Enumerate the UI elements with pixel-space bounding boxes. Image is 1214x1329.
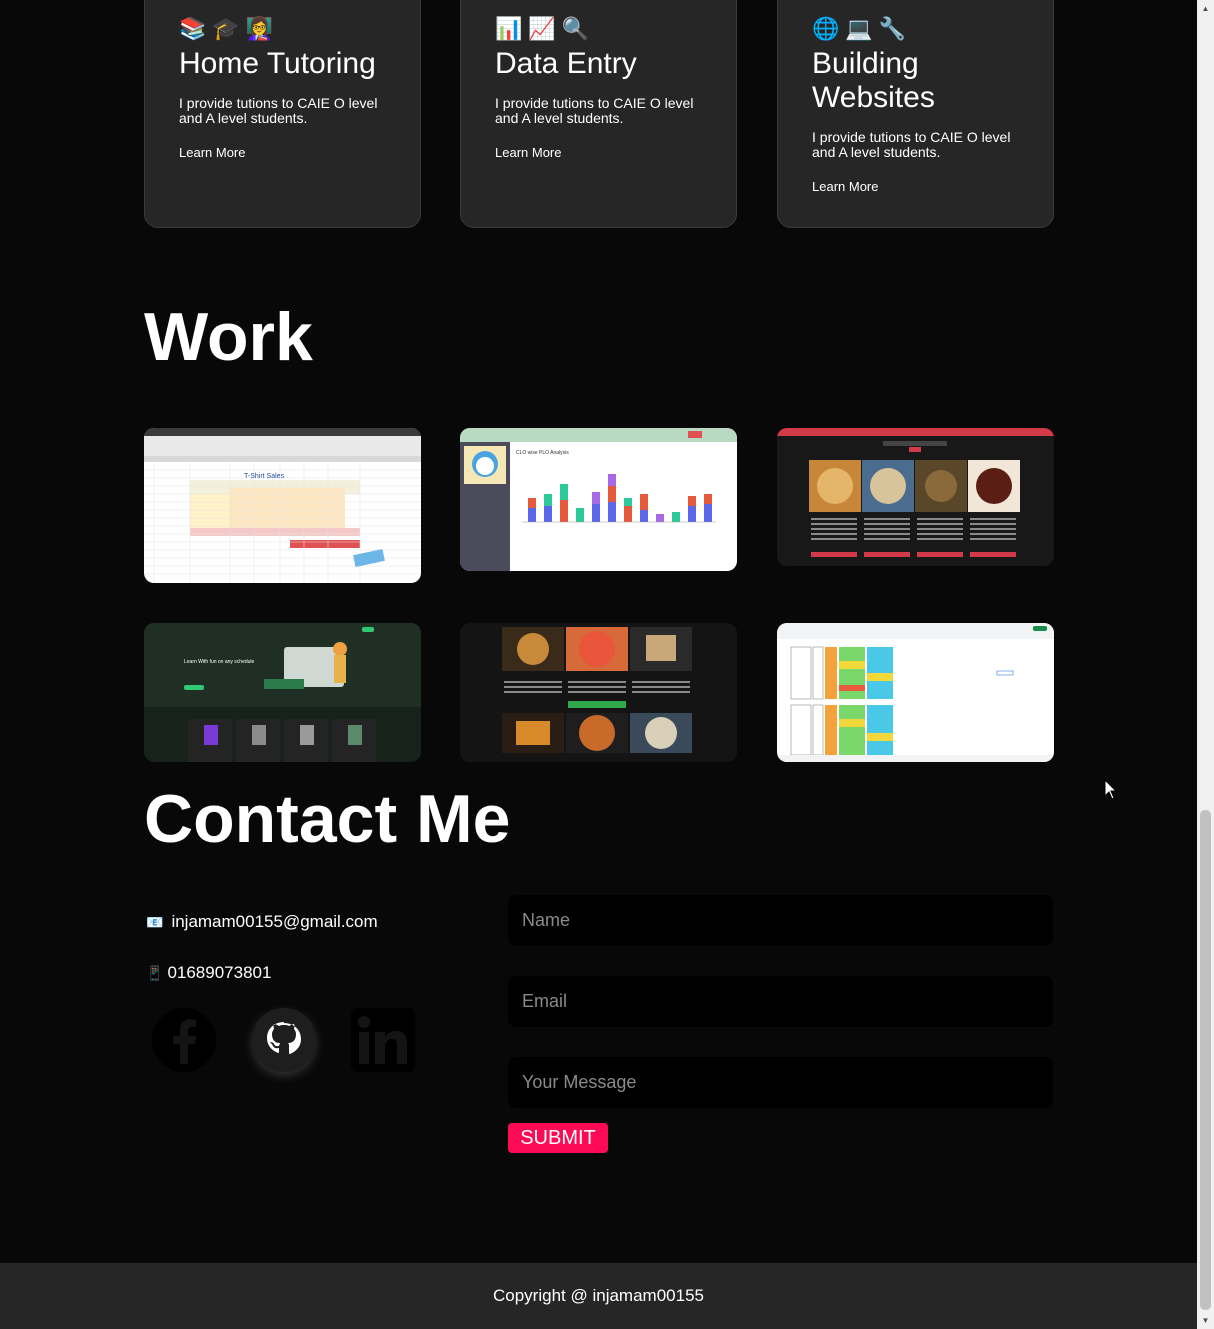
service-card-building-websites: 🌐💻🔧 Building Websites I provide tutions … <box>777 0 1054 228</box>
mouse-cursor-icon <box>1104 779 1118 800</box>
page-scrollbar[interactable]: ▲ ▼ <box>1197 0 1214 1329</box>
contact-phone: 📱 01689073801 <box>146 963 271 983</box>
learning-headline: Learn With fun on any schedule <box>184 659 255 665</box>
work-heading: Work <box>144 299 313 375</box>
service-card-home-tutoring: 📚🎓👩‍🏫 Home Tutoring I provide tutions to… <box>144 0 421 228</box>
dashboard-chart-title: CLO wise PLO Analysis <box>516 450 569 456</box>
work-item-tshirt-sales[interactable]: T-Shirt Sales <box>144 428 421 583</box>
contact-email: 📧 injamam00155@gmail.com <box>146 912 378 932</box>
service-card-data-entry: 📊📈🔍 Data Entry I provide tutions to CAIE… <box>460 0 737 228</box>
service-description: I provide tutions to CAIE O level and A … <box>812 129 1011 160</box>
scroll-up-arrow-icon[interactable]: ▲ <box>1197 0 1214 17</box>
google-sheets-screenshot <box>777 623 1054 762</box>
footer: Copyright @ injamam00155 <box>0 1263 1197 1329</box>
scroll-thumb[interactable] <box>1200 810 1211 1310</box>
learn-more-link[interactable]: Learn More <box>812 179 878 194</box>
dashboard-screenshot: CLO wise PLO Analysis <box>460 428 737 571</box>
message-input[interactable] <box>508 1057 1053 1108</box>
phone-text: 01689073801 <box>167 963 272 982</box>
github-glyph <box>252 1008 316 1072</box>
submit-button[interactable]: SUBMIT <box>508 1123 608 1153</box>
data-entry-emoji-icons: 📊📈🔍 <box>495 16 596 41</box>
copyright-text: Copyright @ injamam00155 <box>493 1286 704 1305</box>
email-text: injamam00155@gmail.com <box>171 912 378 931</box>
linkedin-glyph <box>351 1008 415 1072</box>
linkedin-icon[interactable] <box>351 1008 415 1072</box>
learn-more-link[interactable]: Learn More <box>495 145 561 160</box>
service-title: Home Tutoring <box>179 47 376 80</box>
spreadsheet-title-text: T-Shirt Sales <box>244 473 285 480</box>
work-item-food-items[interactable] <box>460 623 737 762</box>
service-description: I provide tutions to CAIE O level and A … <box>179 95 378 126</box>
service-title: Data Entry <box>495 47 637 80</box>
service-description: I provide tutions to CAIE O level and A … <box>495 95 694 126</box>
tutoring-emoji-icons: 📚🎓👩‍🏫 <box>179 16 280 41</box>
work-item-food-menu[interactable] <box>777 428 1054 566</box>
service-title: Building Websites <box>812 47 935 114</box>
learn-more-link[interactable]: Learn More <box>179 145 245 160</box>
work-item-student-monitoring[interactable]: CLO wise PLO Analysis <box>460 428 737 571</box>
envelope-icon: 📧 <box>146 913 164 930</box>
work-item-google-sheets[interactable] <box>777 623 1054 762</box>
facebook-glyph <box>152 1008 216 1072</box>
spreadsheet-screenshot: T-Shirt Sales <box>144 428 421 583</box>
facebook-icon[interactable] <box>152 1008 216 1072</box>
work-item-learning-platform[interactable]: Learn With fun on any schedule <box>144 623 421 762</box>
name-input[interactable] <box>508 895 1053 946</box>
food-menu-screenshot <box>777 428 1054 566</box>
scroll-down-arrow-icon[interactable]: ▼ <box>1197 1312 1214 1329</box>
contact-heading: Contact Me <box>144 781 511 857</box>
learning-site-screenshot: Learn With fun on any schedule <box>144 623 421 762</box>
github-icon[interactable] <box>252 1008 316 1072</box>
food-items-screenshot <box>460 623 737 762</box>
websites-emoji-icons: 🌐💻🔧 <box>812 16 913 41</box>
email-input[interactable] <box>508 976 1053 1027</box>
mobile-phone-icon: 📱 <box>146 964 164 981</box>
